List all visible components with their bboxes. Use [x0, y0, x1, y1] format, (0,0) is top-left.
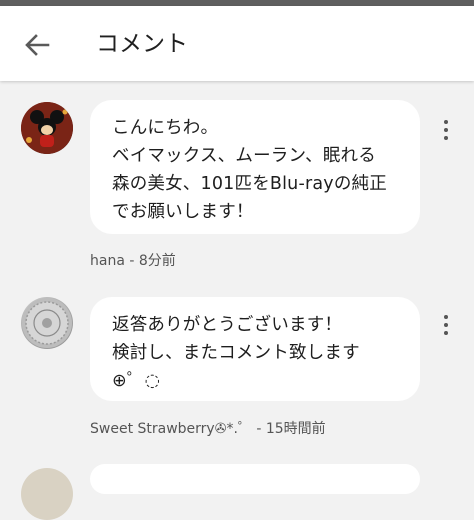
more-options-button[interactable]	[438, 118, 454, 142]
arrow-left-icon	[25, 34, 50, 56]
back-button[interactable]	[22, 30, 52, 60]
comment-meta: Sweet Strawberry✇*.゜ - 15時間前	[90, 421, 326, 437]
page-title: コメント	[96, 31, 188, 57]
user-avatar[interactable]	[21, 468, 73, 520]
more-options-button[interactable]	[438, 313, 454, 337]
comment-meta: hana - 8分前	[90, 253, 176, 269]
mickey-avatar-image	[21, 102, 73, 154]
user-avatar[interactable]	[21, 297, 73, 349]
comment-text: こんにちわ。 ベイマックス、ムーラン、眠れる 森の美女、101匹をBlu-ray…	[112, 118, 387, 222]
comment-bubble: 返答ありがとうございます！ 検討し、またコメント致します ⊕゜◌	[90, 297, 420, 401]
coin-avatar-image	[22, 298, 72, 348]
app-header: コメント	[0, 6, 474, 81]
comment-bubble	[90, 464, 420, 494]
comment-text: 返答ありがとうございます！ 検討し、またコメント致します ⊕゜◌	[112, 315, 360, 391]
user-avatar[interactable]	[21, 102, 73, 154]
comment-bubble: こんにちわ。 ベイマックス、ムーラン、眠れる 森の美女、101匹をBlu-ray…	[90, 100, 420, 234]
